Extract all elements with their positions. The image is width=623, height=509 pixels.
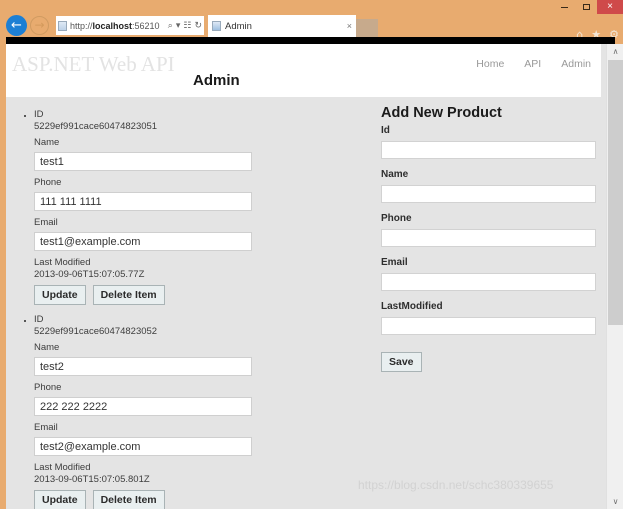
product-phone-input[interactable] bbox=[34, 397, 252, 416]
product-email-input[interactable] bbox=[34, 437, 252, 456]
add-email-input[interactable] bbox=[381, 273, 596, 291]
delete-item-button[interactable]: Delete Item bbox=[92, 490, 165, 509]
page-content: ID 5229ef991cace60474823051 Name Phone E… bbox=[6, 97, 601, 509]
list-item: ID 5229ef991cace60474823051 Name Phone E… bbox=[16, 108, 376, 305]
minimize-button[interactable] bbox=[553, 0, 575, 14]
browser-window: × ← → http://localhost:56210 ⌕ ▾ ☷ ↻ Adm… bbox=[0, 0, 623, 509]
close-button[interactable]: × bbox=[597, 0, 623, 14]
scroll-up-arrow-icon[interactable]: ∧ bbox=[607, 44, 623, 59]
product-modified-value: 2013-09-06T15:07:05.77Z bbox=[34, 269, 145, 280]
product-id-value: 5229ef991cace60474823051 bbox=[34, 121, 158, 132]
add-phone-label: Phone bbox=[381, 213, 412, 224]
maximize-icon bbox=[582, 4, 590, 10]
nav-item-api[interactable]: API bbox=[524, 58, 541, 70]
address-bar-icons: ⌕ ▾ ☷ ↻ bbox=[166, 20, 202, 31]
product-modified-value: 2013-09-06T15:07:05.801Z bbox=[34, 474, 150, 485]
add-name-input[interactable] bbox=[381, 185, 596, 203]
page-title: Admin bbox=[193, 72, 240, 89]
render-artifact-band bbox=[6, 37, 615, 44]
product-phone-label: Phone bbox=[34, 177, 62, 188]
page-viewport: ASP.NET Web API Home API Admin Admin ID … bbox=[6, 44, 618, 509]
new-tab-button[interactable] bbox=[356, 19, 378, 37]
add-phone-input[interactable] bbox=[381, 229, 596, 247]
watermark: https://blog.csdn.net/schc380339655 bbox=[358, 478, 554, 492]
back-button[interactable]: ← bbox=[6, 15, 27, 36]
address-bar[interactable]: http://localhost:56210 ⌕ ▾ ☷ ↻ bbox=[56, 16, 204, 35]
product-email-input[interactable] bbox=[34, 232, 252, 251]
url-prefix: http:// bbox=[70, 20, 93, 31]
product-phone-label: Phone bbox=[34, 382, 62, 393]
minimize-icon bbox=[560, 6, 568, 8]
add-product-title: Add New Product bbox=[381, 105, 502, 121]
window-controls: × bbox=[553, 0, 623, 14]
product-modified-label: Last Modified bbox=[34, 462, 91, 473]
product-name-label: Name bbox=[34, 342, 60, 353]
product-email-label: Email bbox=[34, 217, 58, 228]
product-actions: Update Delete Item bbox=[34, 490, 376, 509]
list-item: ID 5229ef991cace60474823052 Name Phone E… bbox=[16, 313, 376, 509]
browser-tab-admin[interactable]: Admin × bbox=[208, 15, 356, 37]
product-id-label: ID bbox=[34, 314, 44, 325]
product-email-label: Email bbox=[34, 422, 58, 433]
maximize-button[interactable] bbox=[575, 0, 597, 14]
chevron-down-icon[interactable]: ▾ bbox=[176, 20, 181, 31]
tab-favicon-icon bbox=[212, 21, 221, 31]
product-id-value: 5229ef991cace60474823052 bbox=[34, 326, 158, 337]
product-name-input[interactable] bbox=[34, 357, 252, 376]
product-name-label: Name bbox=[34, 137, 60, 148]
nav-item-home[interactable]: Home bbox=[476, 58, 504, 70]
page-favicon-icon bbox=[58, 20, 67, 31]
url-suffix: :56210 bbox=[132, 20, 160, 31]
product-phone-input[interactable] bbox=[34, 192, 252, 211]
site-logo: ASP.NET Web API bbox=[12, 52, 175, 76]
save-button[interactable]: Save bbox=[381, 352, 422, 372]
product-name-input[interactable] bbox=[34, 152, 252, 171]
delete-item-button[interactable]: Delete Item bbox=[92, 285, 165, 305]
site-nav: Home API Admin bbox=[476, 58, 591, 70]
add-product-column: Add New Product Id Name Phone Email Last… bbox=[376, 105, 596, 509]
refresh-icon[interactable]: ↻ bbox=[194, 20, 202, 31]
vertical-scrollbar[interactable]: ∧ ∨ bbox=[606, 44, 623, 509]
site-header: ASP.NET Web API Home API Admin Admin bbox=[6, 44, 601, 97]
add-name-label: Name bbox=[381, 169, 409, 180]
update-button[interactable]: Update bbox=[34, 490, 86, 509]
browser-toolbar: ← → http://localhost:56210 ⌕ ▾ ☷ ↻ Admin… bbox=[0, 14, 623, 40]
add-lastmodified-input[interactable] bbox=[381, 317, 596, 335]
tab-close-icon[interactable]: × bbox=[347, 21, 352, 31]
product-actions: Update Delete Item bbox=[34, 285, 376, 305]
product-list: ID 5229ef991cace60474823051 Name Phone E… bbox=[16, 108, 376, 509]
nav-item-admin[interactable]: Admin bbox=[561, 58, 591, 70]
scroll-down-arrow-icon[interactable]: ∨ bbox=[607, 494, 623, 509]
page-body: ASP.NET Web API Home API Admin Admin ID … bbox=[6, 44, 601, 509]
address-bar-text: http://localhost:56210 bbox=[70, 21, 166, 31]
add-email-label: Email bbox=[381, 257, 408, 268]
product-id-label: ID bbox=[34, 109, 44, 120]
add-id-input[interactable] bbox=[381, 141, 596, 159]
add-lastmodified-label: LastModified bbox=[381, 301, 443, 312]
scrollbar-thumb[interactable] bbox=[608, 60, 623, 325]
product-list-column: ID 5229ef991cace60474823051 Name Phone E… bbox=[6, 105, 376, 509]
add-id-label: Id bbox=[381, 125, 390, 136]
search-icon[interactable]: ⌕ bbox=[168, 20, 173, 31]
product-modified-label: Last Modified bbox=[34, 257, 91, 268]
forward-button[interactable]: → bbox=[30, 16, 49, 35]
update-button[interactable]: Update bbox=[34, 285, 86, 305]
window-titlebar: × bbox=[0, 0, 623, 14]
tab-title: Admin bbox=[225, 20, 252, 32]
reading-view-icon[interactable]: ☷ bbox=[183, 20, 191, 31]
url-host: localhost bbox=[92, 20, 133, 31]
